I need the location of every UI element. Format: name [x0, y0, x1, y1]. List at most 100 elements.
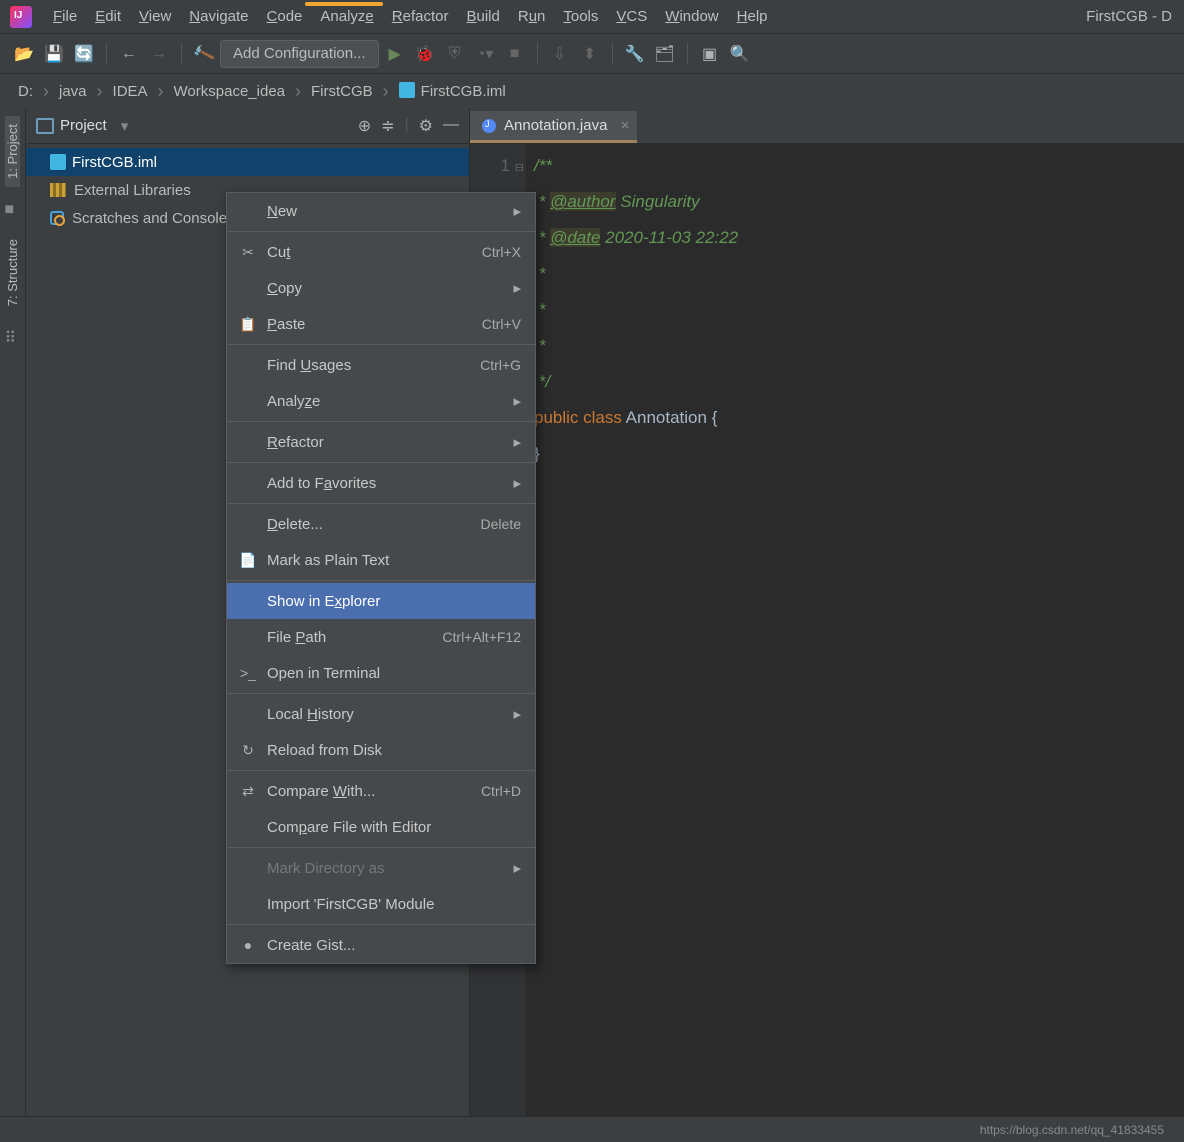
menu-item-mark-as-plain-text[interactable]: 📄Mark as Plain Text — [227, 542, 535, 578]
menu-item-show-in-explorer[interactable]: Show in Explorer — [227, 583, 535, 619]
crumb-workspace[interactable]: Workspace_idea — [170, 83, 289, 100]
progress-indicator — [305, 2, 383, 6]
menu-item-paste[interactable]: 📋PasteCtrl+V — [227, 306, 535, 342]
crumb-project[interactable]: FirstCGB — [307, 83, 377, 100]
scratch-icon — [50, 211, 64, 225]
menu-shortcut: Delete — [481, 516, 521, 532]
menu-build[interactable]: Build — [457, 0, 508, 34]
menu-tools[interactable]: Tools — [554, 0, 607, 34]
code-content[interactable]: /** * @author Singularity * @date 2020-1… — [526, 144, 1184, 1116]
menu-item-analyze[interactable]: Analyze▸ — [227, 383, 535, 419]
settings-icon[interactable]: 🔧 — [621, 40, 649, 68]
vcs-commit-icon[interactable]: ⬍ — [576, 40, 604, 68]
close-icon[interactable]: × — [621, 117, 630, 134]
menu-code[interactable]: Code — [258, 0, 312, 34]
menu-item-import-firstcgb-module[interactable]: Import 'FirstCGB' Module — [227, 886, 535, 922]
menu-refactor[interactable]: Refactor — [383, 0, 458, 34]
run-anything-icon[interactable]: ▣ — [696, 40, 724, 68]
menu-item-compare-with-[interactable]: ⇄Compare With...Ctrl+D — [227, 773, 535, 809]
menu-item-copy[interactable]: Copy▸ — [227, 270, 535, 306]
chevron-right-icon: › — [91, 81, 109, 102]
menu-item-find-usages[interactable]: Find UsagesCtrl+G — [227, 347, 535, 383]
run-icon[interactable]: ▶ — [381, 40, 409, 68]
menu-vcs[interactable]: VCS — [607, 0, 656, 34]
build-icon[interactable]: 🔨 — [186, 36, 222, 72]
menu-item-delete-[interactable]: Delete... Delete — [227, 506, 535, 542]
stop-icon[interactable]: ■ — [501, 40, 529, 68]
code-editor[interactable]: 1 ⊟ ⊡ /** * @author Singularity * @date … — [470, 144, 1184, 1116]
keyword: public — [534, 408, 583, 427]
project-structure-icon[interactable]: 🗂 — [651, 40, 679, 68]
debug-icon[interactable]: 🐞 — [411, 40, 439, 68]
coverage-icon[interactable]: ⛨ — [441, 40, 469, 68]
locate-icon[interactable]: ⊕ — [358, 116, 371, 136]
window-title: FirstCGB - D — [1086, 8, 1178, 25]
menu-file[interactable]: File — [44, 0, 86, 34]
menu-item-local-history[interactable]: Local History▸ — [227, 696, 535, 732]
structure-tool-tab[interactable]: 7: Structure — [5, 231, 20, 314]
menu-item-open-in-terminal[interactable]: >_Open in Terminal — [227, 655, 535, 691]
menu-run[interactable]: Run — [509, 0, 555, 34]
menu-window[interactable]: Window — [656, 0, 727, 34]
crumb-java[interactable]: java — [55, 83, 91, 100]
crumb-file[interactable]: FirstCGB.iml — [395, 82, 510, 100]
menu-item-label: File Path — [267, 629, 326, 646]
forward-icon[interactable]: → — [145, 40, 173, 68]
tree-item[interactable]: FirstCGB.iml — [26, 148, 469, 176]
add-configuration-button[interactable]: Add Configuration... — [220, 40, 379, 68]
profile-icon[interactable]: ◔▾ — [471, 40, 499, 68]
menu-item-label: Create Gist... — [267, 937, 355, 954]
menu-item-label: Delete... — [267, 516, 323, 533]
menu-view[interactable]: View — [130, 0, 180, 34]
submenu-arrow-icon: ▸ — [513, 202, 521, 220]
menu-item-label: Cut — [267, 244, 290, 261]
open-icon[interactable]: 📂 — [10, 40, 38, 68]
gear-icon[interactable]: ⚙ — [419, 116, 433, 136]
menu-shortcut: Ctrl+V — [482, 316, 521, 332]
hide-icon[interactable]: — — [443, 116, 459, 136]
doctag-date: @date — [550, 228, 600, 247]
menu-item-label: Paste — [267, 316, 305, 333]
class-name: Annotation — [626, 408, 712, 427]
brace: { — [712, 408, 718, 427]
tree-item-label: Scratches and Consoles — [72, 210, 235, 227]
menu-item-add-to-favorites[interactable]: Add to Favorites▸ — [227, 465, 535, 501]
menu-item-label: Copy — [267, 280, 302, 297]
crumb-drive[interactable]: D: — [14, 83, 37, 100]
menu-item-compare-file-with-editor[interactable]: Compare File with Editor — [227, 809, 535, 845]
chevron-right-icon: › — [289, 81, 307, 102]
menu-navigate[interactable]: Navigate — [180, 0, 257, 34]
menu-item-new[interactable]: New▸ — [227, 193, 535, 229]
menu-shortcut: Ctrl+X — [482, 244, 521, 260]
menu-edit[interactable]: Edit — [86, 0, 130, 34]
menu-item-label: Find Usages — [267, 357, 351, 374]
panel-title[interactable]: Project▾ — [36, 117, 128, 135]
breadcrumb: D:› java› IDEA› Workspace_idea› FirstCGB… — [0, 74, 1184, 108]
structure-icon[interactable]: ⠿ — [5, 328, 21, 344]
panel-title-label: Project — [60, 117, 107, 134]
code-line: /** — [534, 156, 552, 175]
menu-item-file-path[interactable]: File PathCtrl+Alt+F12 — [227, 619, 535, 655]
save-all-icon[interactable]: 💾 — [40, 40, 68, 68]
crumb-idea[interactable]: IDEA — [109, 83, 152, 100]
menu-item-refactor[interactable]: Refactor▸ — [227, 424, 535, 460]
menu-item-create-gist-[interactable]: ●Create Gist... — [227, 927, 535, 963]
refresh-icon[interactable]: 🔄 — [70, 40, 98, 68]
project-tool-tab[interactable]: 1: Project — [5, 116, 20, 187]
menu-item-label: Import 'FirstCGB' Module — [267, 896, 434, 913]
menu-item-reload-from-disk[interactable]: ↻Reload from Disk — [227, 732, 535, 768]
separator — [106, 43, 107, 65]
vcs-update-icon[interactable]: ⇩ — [546, 40, 574, 68]
bookmarks-icon[interactable]: ■ — [5, 201, 21, 217]
collapse-icon[interactable]: ≑ — [381, 116, 394, 136]
chevron-right-icon: › — [152, 81, 170, 102]
menu-separator — [227, 770, 535, 771]
tab-annotation[interactable]: Annotation.java × — [470, 111, 637, 143]
line-number: 1 — [470, 148, 510, 184]
menu-item-cut[interactable]: ✂CutCtrl+X — [227, 234, 535, 270]
search-everywhere-icon[interactable]: 🔍 — [726, 40, 754, 68]
fold-icon[interactable]: ⊟ — [515, 150, 524, 186]
back-icon[interactable]: ← — [115, 40, 143, 68]
main-area: 1: Project ■ 7: Structure ⠿ Project▾ ⊕ ≑… — [0, 108, 1184, 1116]
menu-help[interactable]: Help — [728, 0, 777, 34]
